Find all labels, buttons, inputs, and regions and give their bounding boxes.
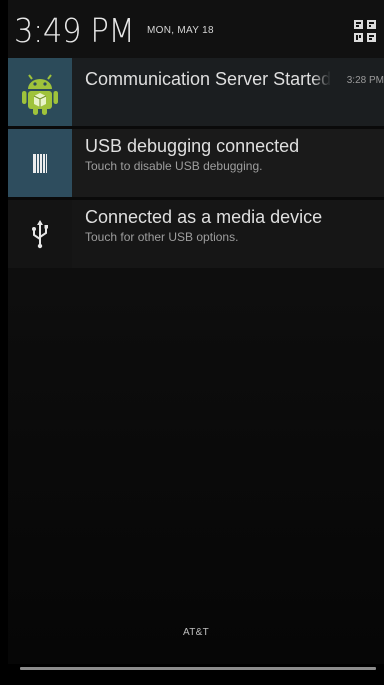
notification-time: 3:28 PM xyxy=(346,75,384,86)
usb-icon xyxy=(8,200,72,268)
date: MON, MAY 18 xyxy=(147,25,214,36)
quick-settings-button[interactable] xyxy=(354,20,376,42)
notification-panel: 3:49 PM MON, MAY 18 Communication Server… xyxy=(8,0,384,664)
notification-title: Connected as a media device xyxy=(85,207,323,227)
notification-title: USB debugging connected xyxy=(85,136,300,156)
shade-header: 3:49 PM MON, MAY 18 xyxy=(8,0,384,58)
carrier-label: AT&T xyxy=(182,627,209,638)
notification-usb-debugging[interactable]: USB debugging connected Touch to disable… xyxy=(8,129,384,197)
notification-text: Touch for other USB options. xyxy=(85,230,239,244)
clock: 3:49 PM xyxy=(14,11,135,50)
notification-text: Touch to disable USB debugging. xyxy=(85,159,263,173)
notification-media-device[interactable]: Connected as a media device Touch for ot… xyxy=(8,200,384,268)
usb-debugging-icon xyxy=(8,129,72,197)
android-robot-icon xyxy=(8,58,72,126)
shade-handle-area xyxy=(0,664,384,685)
notification-title: Communication Server Started xyxy=(85,69,331,89)
drag-handle[interactable] xyxy=(20,667,376,670)
notification-shade: 3:49 PM MON, MAY 18 Communication Server… xyxy=(0,0,384,685)
notification-communication-server[interactable]: Communication Server Started 3:28 PM xyxy=(8,58,384,126)
quick-settings-icon xyxy=(354,20,376,42)
